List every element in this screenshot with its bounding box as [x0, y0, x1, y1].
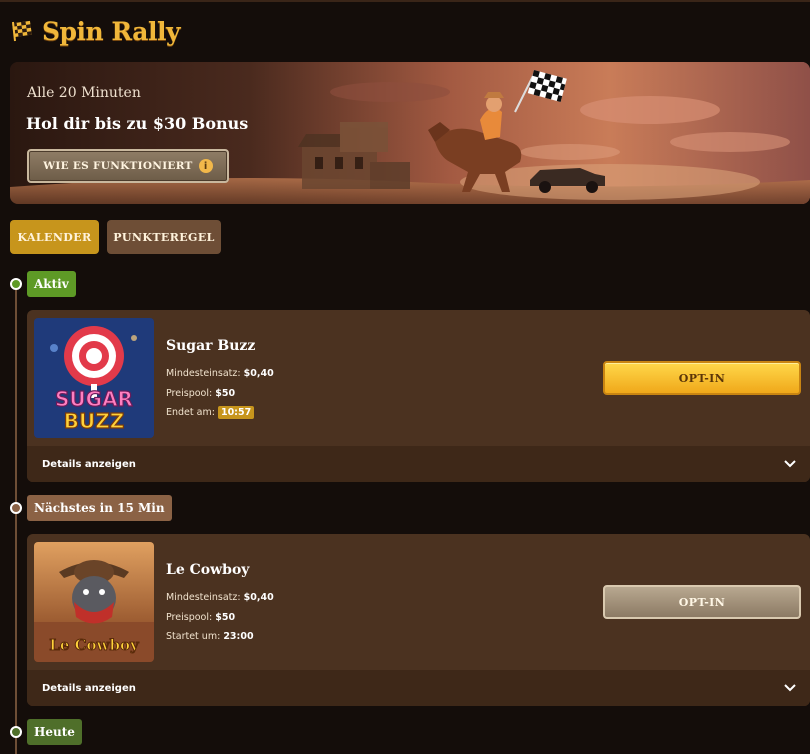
promo-banner: Alle 20 Minuten Hol dir bis zu $30 Bonus… — [10, 62, 810, 204]
status-badge-next: Nächstes in 15 Min — [27, 495, 172, 521]
chevron-down-icon — [784, 460, 796, 468]
min-bet-row: Mindesteinsatz: $0,40 — [166, 368, 274, 379]
timeline-dot-next — [10, 502, 22, 514]
info-icon: i — [198, 159, 213, 173]
status-badge-active: Aktiv — [27, 271, 76, 297]
timeline-dot-today — [10, 726, 22, 738]
top-border — [0, 0, 810, 2]
prize-pool-row: Preispool: $50 — [166, 388, 235, 399]
start-time-row: Startet um: 23:00 — [166, 631, 254, 642]
details-label: Details anzeigen — [42, 682, 136, 694]
tournament-card-sugar-buzz: SUGAR BUZZ Sugar Buzz Mindesteinsatz: $0… — [27, 310, 810, 482]
how-it-works-label: WIE ES FUNKTIONIERT — [43, 160, 193, 172]
race-flag-icon — [12, 20, 32, 42]
status-badge-today: Heute — [27, 719, 82, 745]
min-bet-label: Mindesteinsatz: — [166, 368, 241, 379]
game-thumbnail-sugar-buzz: SUGAR BUZZ — [34, 318, 154, 438]
page-title: Spin Rally — [42, 16, 180, 46]
banner-title: Hol dir bis zu $30 Bonus — [26, 114, 249, 133]
svg-text:BUZZ: BUZZ — [64, 409, 125, 433]
game-name: Le Cowboy — [166, 562, 250, 578]
banner-subtitle: Alle 20 Minuten — [27, 85, 141, 101]
min-bet-row: Mindesteinsatz: $0,40 — [166, 592, 274, 603]
prize-pool-label: Preispool: — [166, 388, 213, 399]
svg-text:SUGAR: SUGAR — [55, 387, 133, 411]
tab-kalender[interactable]: KALENDER — [10, 220, 99, 254]
min-bet-label: Mindesteinsatz: — [166, 592, 241, 603]
end-time-row: Endet am: 10:57 — [166, 406, 255, 419]
tab-punkteregel[interactable]: PUNKTEREGEL — [107, 220, 221, 254]
details-toggle[interactable]: Details anzeigen — [27, 446, 810, 482]
start-time-label: Startet um: — [166, 631, 221, 642]
details-label: Details anzeigen — [42, 458, 136, 470]
opt-in-button[interactable]: OPT-IN — [603, 585, 801, 619]
tournament-card-le-cowboy: Le Cowboy Le Cowboy Mindesteinsatz: $0,4… — [27, 534, 810, 706]
details-toggle[interactable]: Details anzeigen — [27, 670, 810, 706]
how-it-works-button[interactable]: WIE ES FUNKTIONIERT i — [27, 149, 229, 183]
game-name: Sugar Buzz — [166, 338, 256, 354]
min-bet-value: $0,40 — [243, 592, 274, 603]
start-time-value: 23:00 — [223, 631, 254, 642]
svg-text:Le Cowboy: Le Cowboy — [49, 636, 140, 654]
page-header: Spin Rally — [10, 14, 180, 48]
end-time-label: Endet am: — [166, 407, 215, 418]
chevron-down-icon — [784, 684, 796, 692]
opt-in-button[interactable]: OPT-IN — [603, 361, 801, 395]
timeline-line — [15, 284, 17, 754]
min-bet-value: $0,40 — [243, 368, 274, 379]
game-thumbnail-le-cowboy: Le Cowboy — [34, 542, 154, 662]
prize-pool-value: $50 — [215, 612, 236, 623]
end-time-value: 10:57 — [217, 406, 255, 419]
prize-pool-label: Preispool: — [166, 612, 213, 623]
prize-pool-row: Preispool: $50 — [166, 612, 235, 623]
timeline-dot-active — [10, 278, 22, 290]
prize-pool-value: $50 — [215, 388, 236, 399]
